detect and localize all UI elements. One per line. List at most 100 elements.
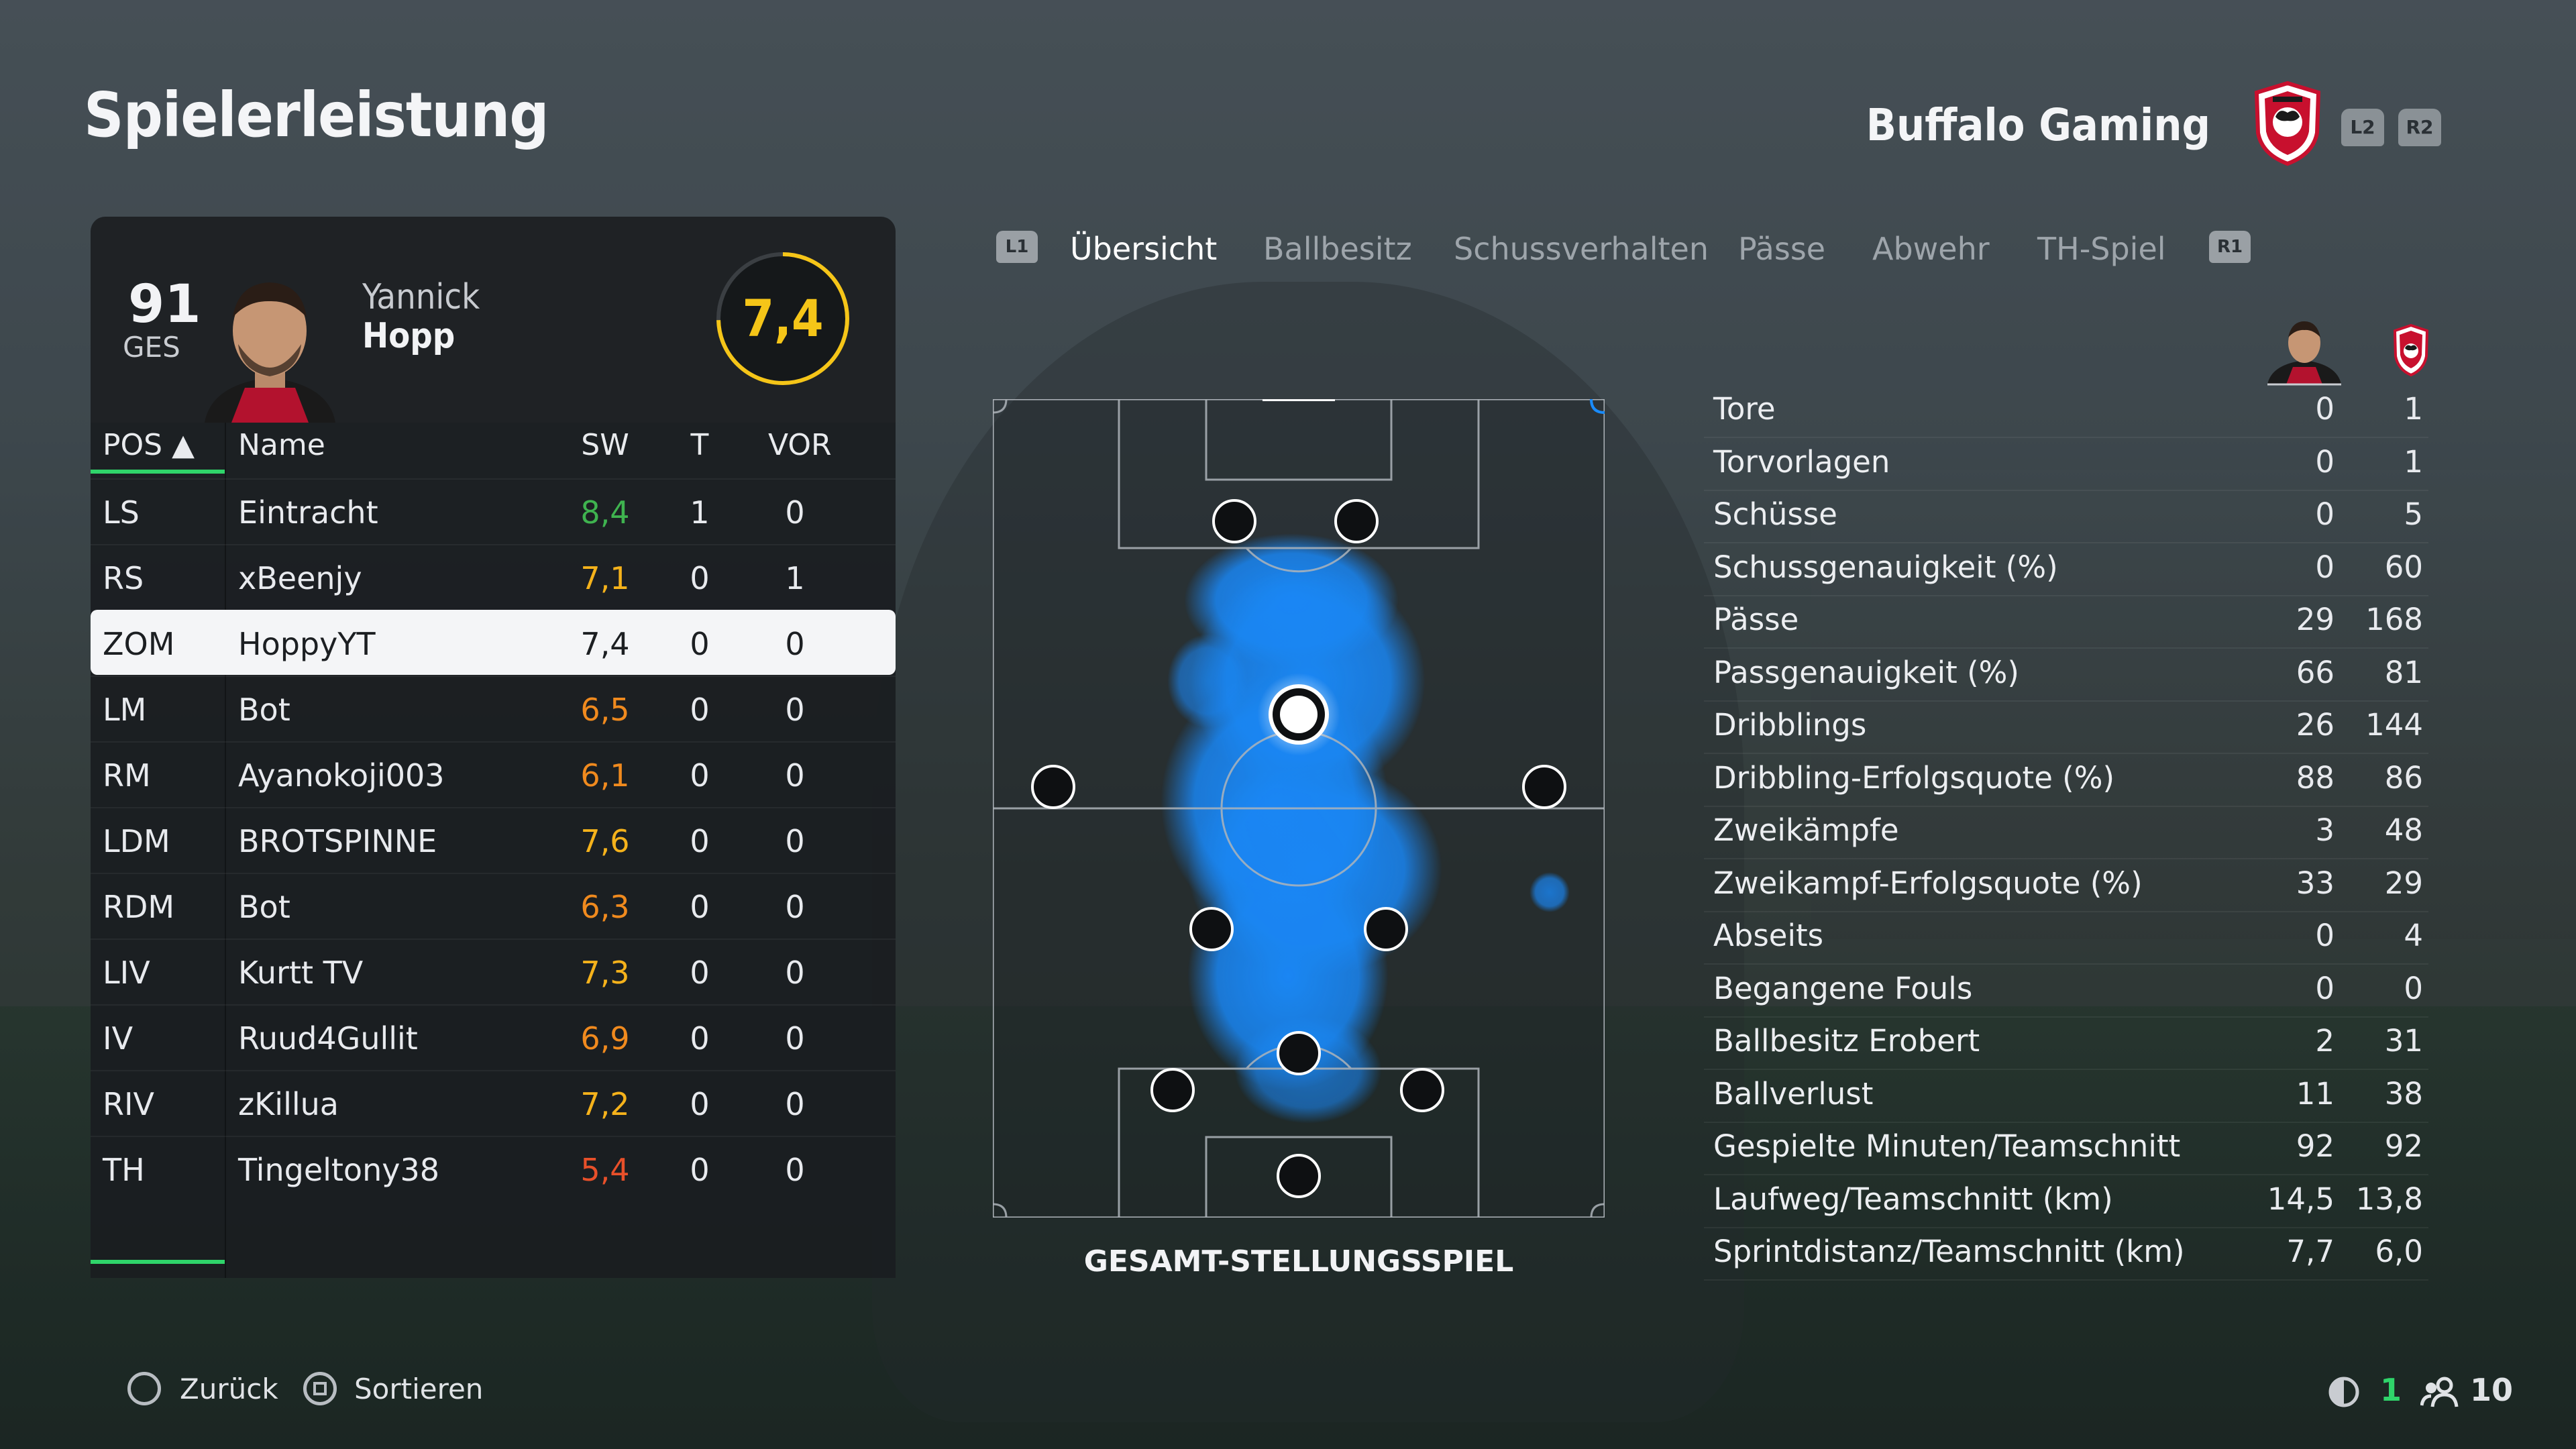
stat-team-value: 168: [2365, 602, 2423, 637]
stat-player-value: 26: [2296, 707, 2334, 743]
stat-team-value: 13,8: [2355, 1181, 2423, 1217]
header-t[interactable]: T: [680, 428, 720, 462]
stat-label: Laufweg/Teamschnitt (km): [1713, 1181, 2113, 1217]
row-player-name: Bot: [238, 692, 290, 728]
stat-row: Gespielte Minuten/Teamschnitt 92 92: [1704, 1122, 2428, 1175]
stat-player-value: 0: [2315, 970, 2334, 1006]
stat-player-value: 0: [2315, 443, 2334, 480]
stat-label: Zweikämpfe: [1713, 812, 1899, 848]
player-card: 91 GES Yannick Hopp 7,4: [91, 217, 896, 423]
tab-ballbesitz[interactable]: Ballbesitz: [1263, 231, 1412, 267]
row-assists: 0: [785, 955, 805, 991]
stat-team-value: 31: [2384, 1023, 2423, 1059]
table-row[interactable]: RIV zKillua 7,2 0 0: [91, 1070, 896, 1135]
row-goals: 0: [690, 1086, 710, 1122]
row-rating: 7,1: [580, 560, 630, 596]
stat-player-value: 3: [2315, 812, 2334, 848]
row-rating: 6,1: [580, 757, 630, 794]
row-position: IV: [103, 1020, 133, 1057]
row-position: LS: [103, 494, 140, 531]
row-position: TH: [103, 1152, 145, 1188]
team-name: Buffalo Gaming: [1866, 99, 2210, 151]
stat-row: Dribbling-Erfolgsquote (%) 88 86: [1704, 753, 2428, 807]
stat-label: Passgenauigkeit (%): [1713, 654, 2019, 690]
stat-row: Zweikampf-Erfolgsquote (%) 33 29: [1704, 859, 2428, 912]
stat-row: Tore 0 1: [1704, 384, 2428, 438]
row-position: LDM: [103, 823, 170, 859]
header-pos[interactable]: POS ▲: [103, 428, 195, 462]
stat-team-value: 5: [2404, 496, 2423, 532]
row-position: LM: [103, 692, 147, 728]
page-title: Spielerleistung: [84, 79, 549, 151]
stat-team-value: 4: [2404, 918, 2423, 953]
table-row[interactable]: IV Ruud4Gullit 6,9 0 0: [91, 1004, 896, 1069]
row-rating: 8,4: [580, 494, 630, 531]
row-goals: 0: [690, 955, 710, 991]
stat-player-value: 33: [2296, 865, 2334, 901]
tab-th-spiel[interactable]: TH-Spiel: [2037, 231, 2166, 267]
row-position: LIV: [103, 955, 150, 991]
row-position: ZOM: [103, 626, 175, 662]
tab-abwehr[interactable]: Abwehr: [1872, 231, 1990, 267]
row-assists: 0: [785, 1086, 805, 1122]
row-goals: 0: [690, 560, 710, 596]
header-vor[interactable]: VOR: [768, 428, 832, 462]
row-assists: 0: [785, 1152, 805, 1188]
stat-player-value: 7,7: [2286, 1234, 2334, 1269]
stat-team-value: 0: [2404, 970, 2423, 1006]
stat-row: Sprintdistanz/Teamschnitt (km) 7,7 6,0: [1704, 1227, 2428, 1281]
stat-team-value: 1: [2404, 443, 2423, 480]
table-row[interactable]: LS Eintracht 8,4 1 0: [91, 478, 896, 543]
table-row[interactable]: LDM BROTSPINNE 7,6 0 0: [91, 807, 896, 872]
back-label[interactable]: Zurück: [180, 1373, 278, 1405]
row-player-name: Ruud4Gullit: [238, 1020, 418, 1057]
row-assists: 0: [785, 889, 805, 925]
row-rating: 7,4: [580, 626, 630, 662]
l1-button[interactable]: L1: [996, 231, 1038, 263]
r1-button[interactable]: R1: [2209, 231, 2251, 263]
stat-row: Begangene Fouls 0 0: [1704, 964, 2428, 1018]
header-name[interactable]: Name: [238, 428, 325, 462]
table-row[interactable]: TH Tingeltony38 5,4 0 0: [91, 1136, 896, 1201]
stat-player-value: 0: [2315, 496, 2334, 532]
row-assists: 0: [785, 823, 805, 859]
tab-uebersicht[interactable]: Übersicht: [1070, 231, 1217, 267]
row-assists: 0: [785, 692, 805, 728]
row-rating: 6,9: [580, 1020, 630, 1057]
stat-label: Dribblings: [1713, 707, 1867, 743]
row-position: RDM: [103, 889, 175, 925]
tab-schussverhalten[interactable]: Schussverhalten: [1454, 231, 1709, 267]
table-row[interactable]: RS xBeenjy 7,1 0 1: [91, 544, 896, 609]
stat-row: Ballverlust 11 38: [1704, 1069, 2428, 1123]
home-count: 1: [2380, 1372, 2402, 1408]
sort-label[interactable]: Sortieren: [354, 1373, 483, 1405]
stat-label: Pässe: [1713, 602, 1799, 637]
row-goals: 0: [690, 889, 710, 925]
players-count: 10: [2470, 1372, 2514, 1408]
table-row[interactable]: LIV Kurtt TV 7,3 0 0: [91, 938, 896, 1004]
sort-indicator: [91, 470, 225, 474]
l2-button[interactable]: L2: [2341, 109, 2384, 146]
row-assists: 0: [785, 494, 805, 531]
player-overall-label: GES: [123, 331, 180, 364]
stat-row: Torvorlagen 0 1: [1704, 437, 2428, 491]
row-goals: 1: [690, 494, 710, 531]
table-row[interactable]: LM Bot 6,5 0 0: [91, 676, 896, 741]
row-rating: 7,3: [580, 955, 630, 991]
circle-button-icon[interactable]: [127, 1372, 161, 1405]
stat-label: Schüsse: [1713, 496, 1837, 532]
tab-paesse[interactable]: Pässe: [1738, 231, 1825, 267]
header-sw[interactable]: SW: [575, 428, 635, 462]
stat-team-value: 38: [2384, 1075, 2423, 1112]
table-row[interactable]: RM Ayanokoji003 6,1 0 0: [91, 741, 896, 806]
square-button-icon[interactable]: [303, 1372, 337, 1405]
player-match-rating: 7,4: [742, 288, 824, 348]
stat-player-value: 88: [2296, 759, 2334, 796]
stat-player-value: 2: [2315, 1023, 2334, 1059]
stat-label: Torvorlagen: [1713, 443, 1890, 480]
table-row[interactable]: RDM Bot 6,3 0 0: [91, 873, 896, 938]
row-player-name: Eintracht: [238, 494, 378, 531]
table-row[interactable]: ZOM HoppyYT 7,4 0 0: [91, 610, 896, 675]
stat-team-value: 6,0: [2375, 1234, 2423, 1269]
r2-button[interactable]: R2: [2398, 109, 2441, 146]
